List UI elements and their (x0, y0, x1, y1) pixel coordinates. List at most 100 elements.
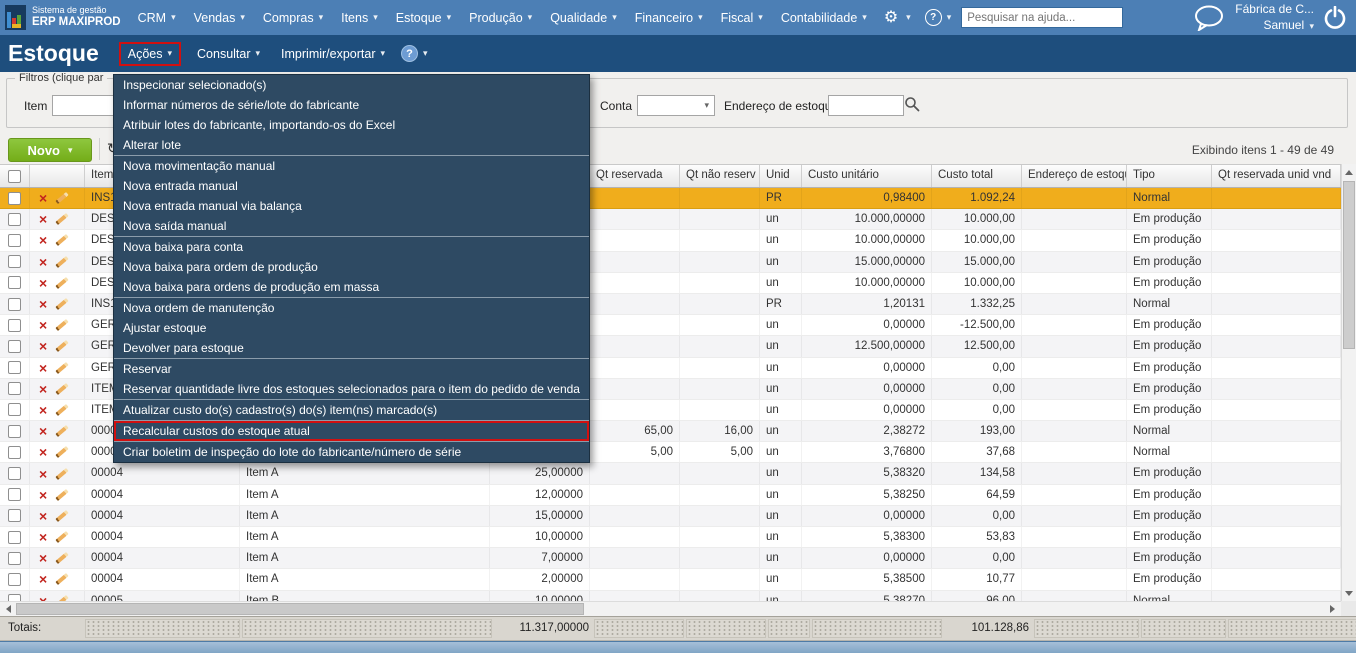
top-menu-estoque[interactable]: Estoque ▾ (387, 0, 460, 35)
help-icon[interactable]: ? (924, 9, 942, 26)
row-checkbox[interactable] (8, 403, 21, 417)
header-qtresvnd[interactable]: Qt reservada unid vnd (1212, 165, 1341, 187)
header-qtres[interactable]: Qt reservada (590, 165, 680, 187)
edit-icon[interactable] (55, 276, 69, 289)
vertical-scrollbar-thumb[interactable] (1343, 181, 1355, 349)
table-row[interactable]: × 00004 Item A 7,00000 un 0,00000 0,00 Em produ… (0, 548, 1341, 570)
row-checkbox[interactable] (8, 255, 21, 269)
scroll-left-arrow[interactable] (6, 605, 11, 613)
select-all-checkbox[interactable] (8, 169, 21, 183)
delete-icon[interactable]: × (39, 594, 47, 601)
actions-menu-item-nova-movimentacao-manual[interactable]: Nova movimentação manual (114, 156, 589, 176)
scroll-up-arrow[interactable] (1345, 170, 1353, 175)
top-menu-contabilidade[interactable]: Contabilidade ▾ (772, 0, 876, 35)
edit-icon[interactable] (55, 361, 69, 374)
delete-icon[interactable]: × (39, 530, 47, 544)
edit-icon[interactable] (55, 573, 69, 586)
header-end[interactable]: Endereço de estoque (1022, 165, 1127, 187)
edit-icon[interactable] (55, 425, 69, 438)
table-row[interactable]: × 00004 Item A 10,00000 un 5,38300 53,83 Em pro… (0, 527, 1341, 549)
delete-icon[interactable]: × (39, 424, 47, 438)
acoes-menu-button[interactable]: Ações ▾ (118, 41, 182, 66)
actions-menu-item-atribuir-lotes-do-fabricante-importando-os-do-ex[interactable]: Atribuir lotes do fabricante, importando… (114, 115, 589, 135)
row-checkbox[interactable] (8, 318, 21, 332)
endereco-filter-input[interactable] (828, 95, 904, 116)
top-menu-crm[interactable]: CRM ▾ (129, 0, 185, 35)
top-menu-financeiro[interactable]: Financeiro ▾ (626, 0, 712, 35)
row-checkbox[interactable] (8, 530, 21, 544)
row-checkbox[interactable] (8, 551, 21, 565)
top-menu-vendas[interactable]: Vendas ▾ (185, 0, 254, 35)
actions-menu-item-nova-baixa-para-conta[interactable]: Nova baixa para conta (114, 237, 589, 257)
header-tipo[interactable]: Tipo (1127, 165, 1212, 187)
top-menu-qualidade[interactable]: Qualidade ▾ (541, 0, 626, 35)
horizontal-scrollbar-thumb[interactable] (16, 603, 584, 615)
actions-menu-item-recalcular-custos-do-estoque-atual[interactable]: Recalcular custos do estoque atual (114, 421, 589, 441)
actions-menu-item-nova-baixa-para-ordem-de-producao[interactable]: Nova baixa para ordem de produção (114, 257, 589, 277)
edit-icon[interactable] (55, 192, 69, 205)
row-checkbox[interactable] (8, 212, 21, 226)
header-unid[interactable]: Unid (760, 165, 802, 187)
actions-menu-item-inspecionar-selecionado-s[interactable]: Inspecionar selecionado(s) (114, 75, 589, 95)
row-checkbox[interactable] (8, 361, 21, 375)
table-row[interactable]: × 00004 Item A 15,00000 un 0,00000 0,00 Em prod… (0, 505, 1341, 527)
page-help-chevron-down-icon[interactable]: ▾ (418, 48, 434, 59)
delete-icon[interactable]: × (39, 467, 47, 481)
actions-menu-item-reservar-quantidade-livre-dos-estoques-seleciona[interactable]: Reservar quantidade livre dos estoques s… (114, 379, 589, 399)
row-checkbox[interactable] (8, 424, 21, 438)
row-checkbox[interactable] (8, 594, 21, 601)
row-checkbox[interactable] (8, 488, 21, 502)
edit-icon[interactable] (55, 403, 69, 417)
row-checkbox[interactable] (8, 467, 21, 481)
actions-menu-item-ajustar-estoque[interactable]: Ajustar estoque (114, 318, 589, 338)
delete-icon[interactable]: × (39, 339, 47, 353)
edit-icon[interactable] (55, 446, 69, 459)
top-menu-itens[interactable]: Itens ▾ (332, 0, 387, 35)
user-menu[interactable]: Samuel ▾ (1235, 18, 1314, 34)
app-logo[interactable]: Sistema de gestão ERP MAXIPROD (0, 5, 129, 30)
novo-button[interactable]: Novo ▾ (8, 138, 92, 162)
power-icon[interactable] (1324, 5, 1346, 30)
row-checkbox[interactable] (8, 445, 21, 459)
delete-icon[interactable]: × (39, 191, 47, 205)
row-checkbox[interactable] (8, 297, 21, 311)
row-checkbox[interactable] (8, 382, 21, 396)
row-checkbox[interactable] (8, 276, 21, 290)
delete-icon[interactable]: × (39, 361, 47, 375)
edit-icon[interactable] (55, 255, 69, 268)
top-menu-compras[interactable]: Compras ▾ (254, 0, 332, 35)
edit-icon[interactable] (55, 552, 69, 565)
delete-icon[interactable]: × (39, 233, 47, 247)
actions-menu-item-criar-boletim-de-inspecao-do-lote-do-fabricante-[interactable]: Criar boletim de inspeção do lote do fab… (114, 442, 589, 462)
edit-icon[interactable] (55, 509, 69, 522)
header-qtnres[interactable]: Qt não reserv (680, 165, 760, 187)
table-row[interactable]: × 00005 Item B 10,00000 un 5,38270 96,00 Normal (0, 590, 1341, 601)
table-row[interactable]: × 00004 Item A 12,00000 un 5,38250 64,59 Em pro… (0, 484, 1341, 506)
table-row[interactable]: × 00004 Item A 2,00000 un 5,38500 10,77 Em prod… (0, 569, 1341, 591)
top-menu-fiscal[interactable]: Fiscal ▾ (712, 0, 772, 35)
gear-icon[interactable]: ⚙ (876, 9, 901, 26)
delete-icon[interactable]: × (39, 382, 47, 396)
delete-icon[interactable]: × (39, 318, 47, 332)
filters-legend[interactable]: Filtros (clique par (15, 72, 107, 84)
edit-icon[interactable] (55, 531, 69, 544)
delete-icon[interactable]: × (39, 403, 47, 417)
delete-icon[interactable]: × (39, 551, 47, 565)
row-checkbox[interactable] (8, 509, 21, 523)
page-help-icon[interactable]: ? (401, 45, 419, 62)
edit-icon[interactable] (55, 382, 69, 395)
table-row[interactable]: × 00004 Item A 25,00000 un 5,38320 134,58 Em pr… (0, 463, 1341, 485)
delete-icon[interactable]: × (39, 297, 47, 311)
edit-icon[interactable] (55, 467, 69, 480)
scroll-right-arrow[interactable] (1330, 605, 1335, 613)
actions-menu-item-nova-ordem-de-manutencao[interactable]: Nova ordem de manutenção (114, 298, 589, 318)
row-checkbox[interactable] (8, 191, 21, 205)
actions-menu-item-nova-saida-manual[interactable]: Nova saída manual (114, 216, 589, 236)
edit-icon[interactable] (55, 488, 69, 501)
edit-icon[interactable] (55, 234, 69, 247)
header-check[interactable] (0, 165, 30, 187)
actions-menu-item-nova-baixa-para-ordens-de-producao-em-massa[interactable]: Nova baixa para ordens de produção em ma… (114, 277, 589, 297)
row-checkbox[interactable] (8, 572, 21, 586)
gear-chevron-down-icon[interactable]: ▾ (901, 12, 917, 23)
actions-menu-item-atualizar-custo-do-s-cadastro-s-do-s-item-ns-mar[interactable]: Atualizar custo do(s) cadastro(s) do(s) … (114, 400, 589, 420)
